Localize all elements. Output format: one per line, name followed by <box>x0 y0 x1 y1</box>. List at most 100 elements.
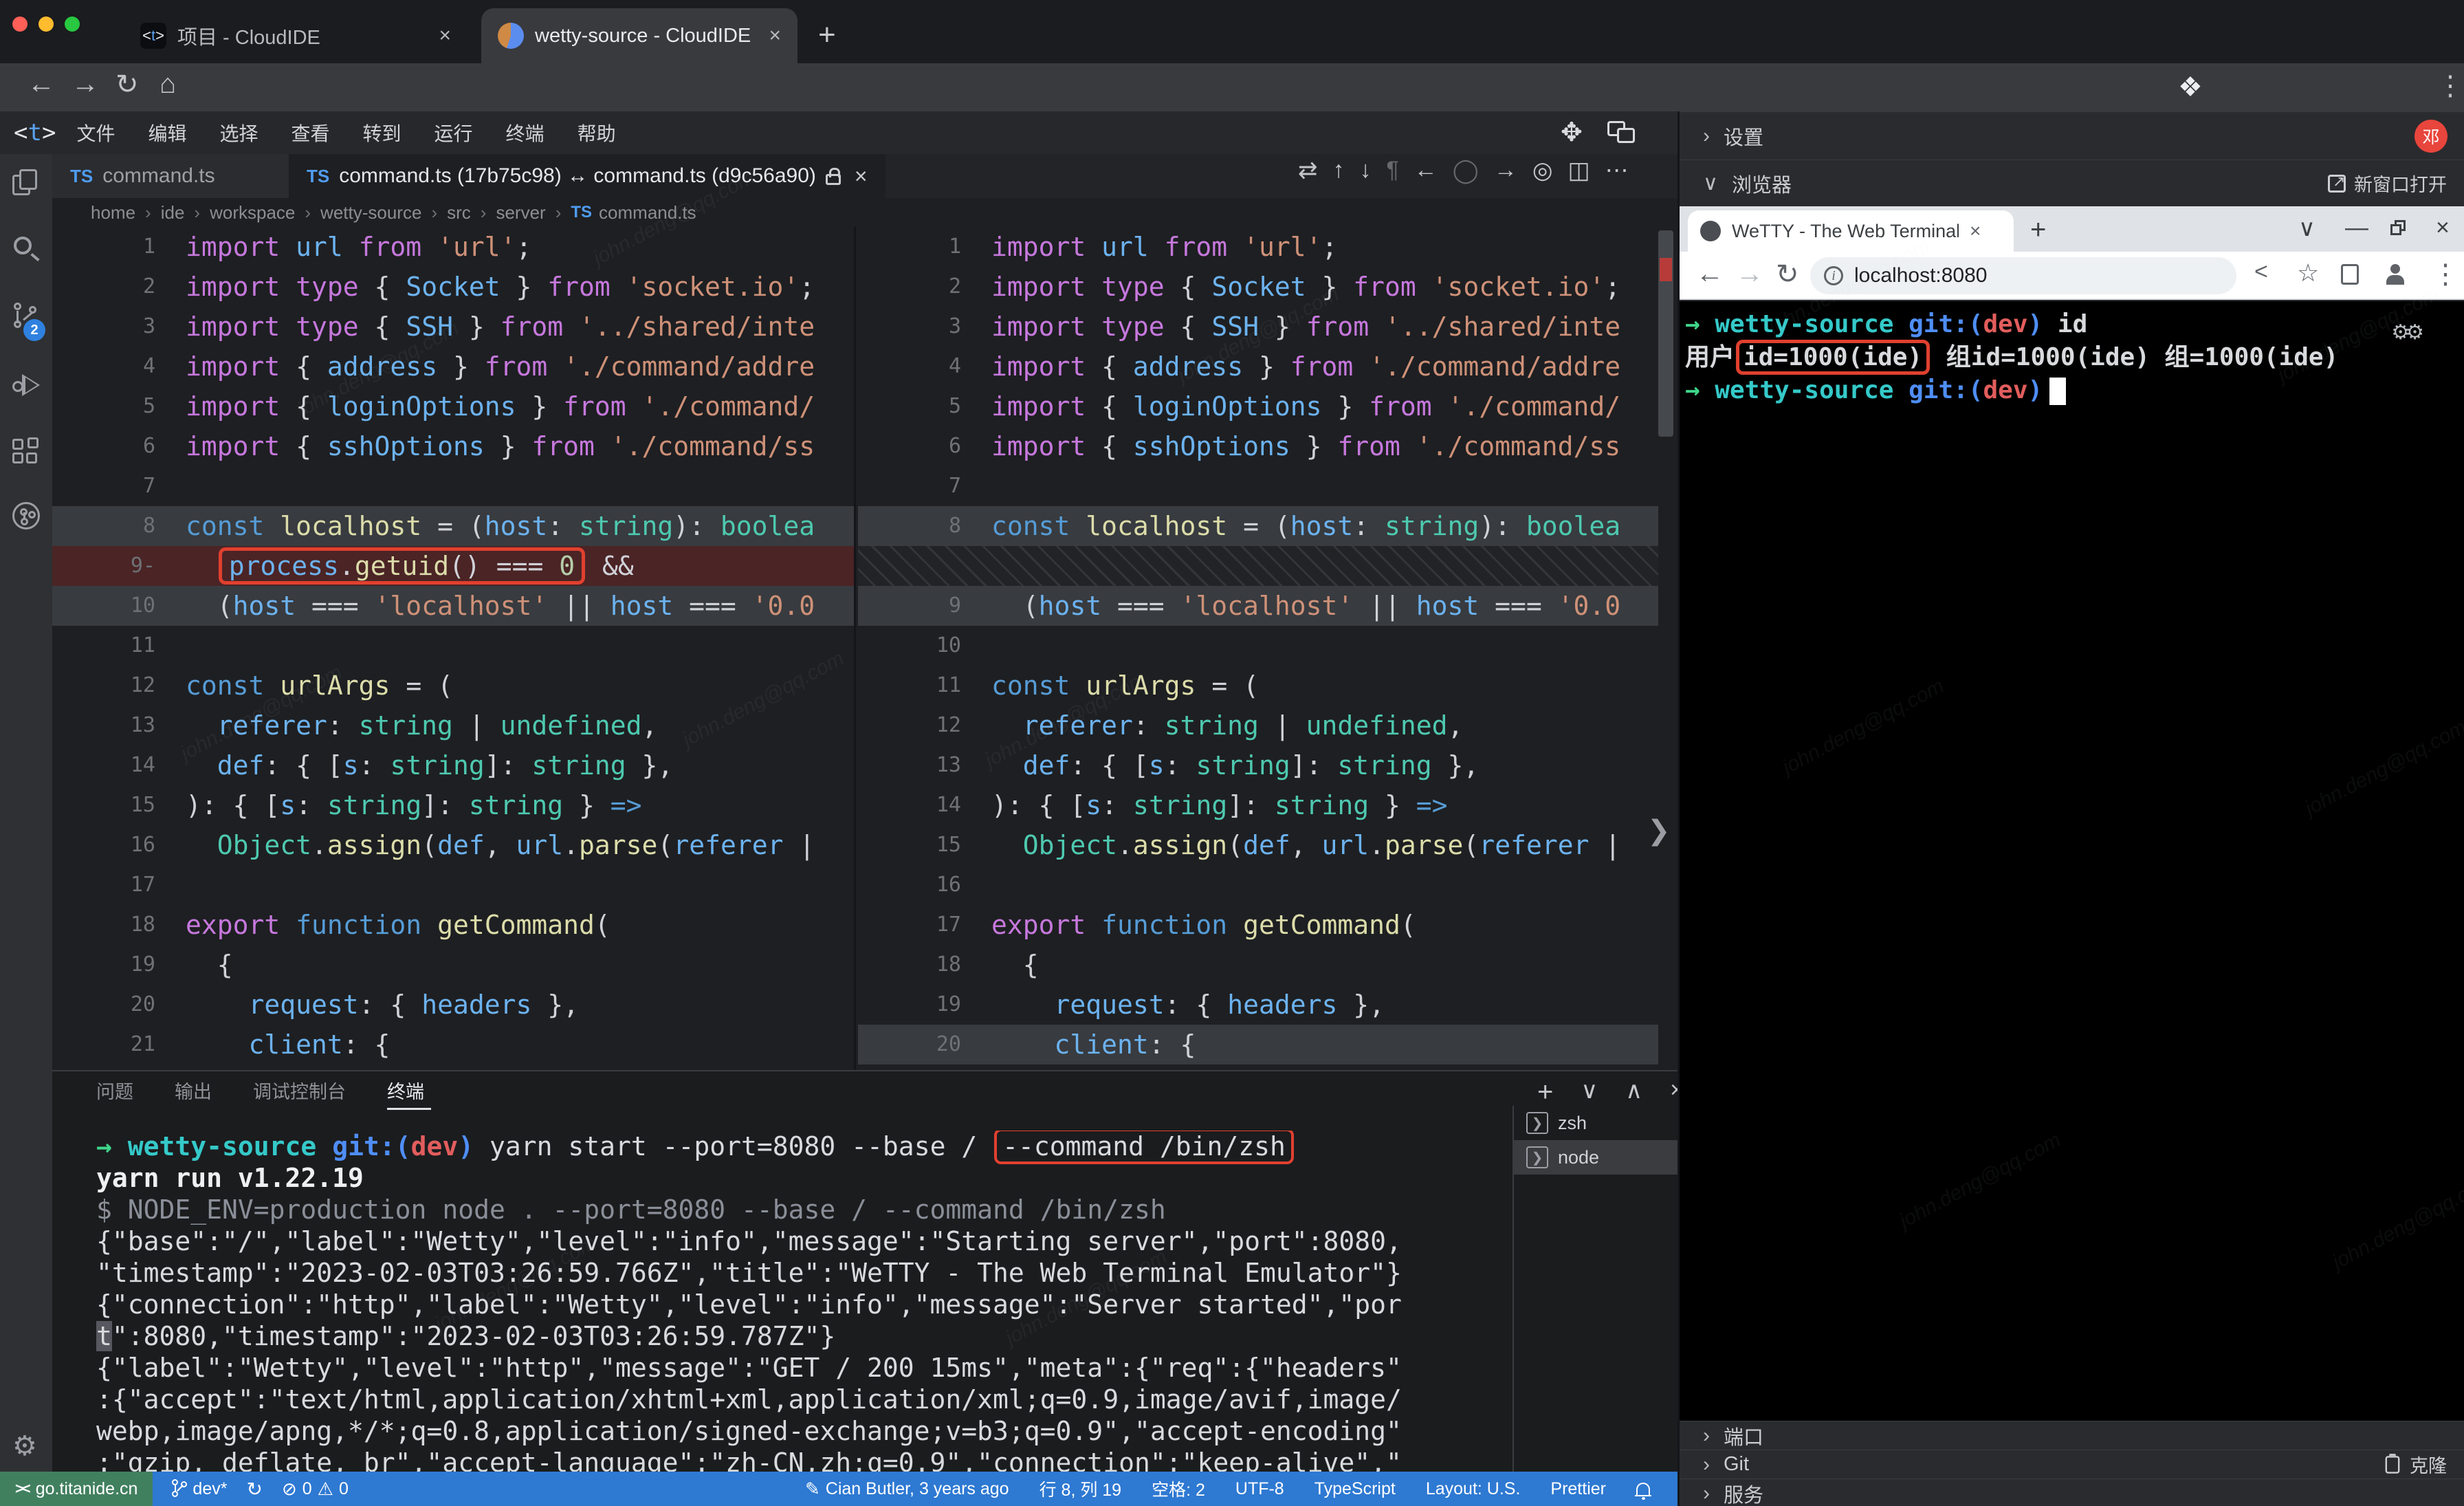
previous-change-icon[interactable]: ↑ <box>1333 157 1345 184</box>
menu-item-编辑[interactable]: 编辑 <box>148 119 186 146</box>
panel-expand-chevron-icon[interactable]: ❯ <box>1647 815 1671 847</box>
menu-item-帮助[interactable]: 帮助 <box>578 119 616 146</box>
menu-item-运行[interactable]: 运行 <box>434 119 473 146</box>
embedded-close-icon[interactable]: × <box>2436 215 2450 241</box>
panel-tab-问题[interactable]: 问题 <box>96 1077 133 1110</box>
window-close-button[interactable] <box>12 17 28 32</box>
menu-item-查看[interactable]: 查看 <box>292 119 330 146</box>
wetty-terminal[interactable]: → wetty-source git:(dev) id用户id=1000(ide… <box>1680 301 2464 1421</box>
embedded-star-icon[interactable]: ☆ <box>2297 259 2319 287</box>
cursor-position[interactable]: 行 8, 列 19 <box>1040 1476 1122 1501</box>
wetty-settings-gears-icon[interactable]: ⚙⚙ <box>2391 320 2420 345</box>
section-services[interactable]: › 服务 <box>1680 1478 2464 1506</box>
breadcrumb-item[interactable]: server <box>496 202 571 223</box>
indentation[interactable]: 空格: 2 <box>1152 1476 1205 1501</box>
terminal-output[interactable]: → wetty-source git:(dev) yarn start --po… <box>96 1131 1506 1473</box>
section-git[interactable]: › Git 克隆 <box>1680 1450 2464 1478</box>
revert-left-icon[interactable]: ← <box>1414 157 1438 184</box>
branch-indicator[interactable]: dev* <box>172 1479 227 1499</box>
section-browser[interactable]: ∨ 浏览器 新窗口打开 <box>1680 160 2464 206</box>
new-tab-button[interactable]: + <box>818 18 836 52</box>
new-terminal-icon[interactable]: + <box>1537 1077 1553 1108</box>
embedded-tab-dropdown-icon[interactable]: ∨ <box>2298 215 2316 242</box>
terminal-process-node[interactable]: ❯node <box>1514 1140 1678 1175</box>
language-mode[interactable]: TypeScript <box>1314 1479 1396 1499</box>
forward-icon[interactable]: → <box>72 69 99 100</box>
tab-close-icon[interactable]: × <box>762 24 781 47</box>
embedded-new-tab-icon[interactable]: + <box>2030 215 2046 245</box>
keyboard-layout[interactable]: Layout: U.S. <box>1426 1479 1521 1499</box>
breadcrumb[interactable]: homeideworkspacewetty-sourcesrcserver TS… <box>52 198 1678 227</box>
tab-close-icon[interactable]: × <box>432 24 451 47</box>
browser-tab-project[interactable]: <t> 项目 - CloudIDE × <box>124 8 468 63</box>
menu-item-终端[interactable]: 终端 <box>506 119 544 146</box>
diff-pane-modified[interactable]: 1import url from 'url';2import type { So… <box>858 227 1658 1070</box>
embedded-sidepanel-icon[interactable] <box>2341 264 2359 285</box>
embedded-tab[interactable]: WeTTY - The Web Terminal Emulator × <box>1688 210 2014 252</box>
embedded-back-icon[interactable]: ← <box>1696 259 1724 290</box>
explorer-icon[interactable] <box>12 169 40 197</box>
section-settings[interactable]: › 设置 <box>1680 111 2464 160</box>
back-icon[interactable]: ← <box>28 69 55 100</box>
embedded-share-icon[interactable]: < <box>2254 259 2268 285</box>
panel-tab-终端[interactable]: 终端 <box>387 1077 431 1110</box>
project-graph-icon[interactable] <box>12 502 40 530</box>
open-new-window-button[interactable]: 新窗口打开 <box>2328 170 2447 197</box>
terminal-process-zsh[interactable]: ❯zsh <box>1514 1106 1678 1140</box>
extensions-puzzle-icon[interactable]: ❖ <box>2178 72 2203 103</box>
breadcrumb-item[interactable]: wetty-source <box>320 202 447 223</box>
embedded-reload-icon[interactable]: ↻ <box>1776 259 1799 290</box>
browser-tab-wetty-source[interactable]: wetty-source - CloudIDE × <box>481 8 798 63</box>
window-zoom-button[interactable] <box>65 17 80 32</box>
encoding[interactable]: UTF-8 <box>1235 1479 1284 1499</box>
diff-swap-icon[interactable]: ◯ <box>1453 157 1479 184</box>
maximize-panel-icon[interactable]: ∧ <box>1625 1077 1642 1108</box>
embedded-address-bar[interactable]: i localhost:8080 <box>1810 257 2236 294</box>
menu-item-文件[interactable]: 文件 <box>76 119 115 146</box>
search-icon[interactable] <box>12 235 40 263</box>
remote-indicator[interactable]: >< go.titanide.cn <box>0 1472 153 1506</box>
run-debug-icon[interactable] <box>12 371 40 399</box>
window-minimize-button[interactable] <box>38 17 54 32</box>
layout-icon[interactable] <box>1607 121 1635 143</box>
embedded-forward-icon[interactable]: → <box>1736 259 1763 290</box>
menu-item-选择[interactable]: 选择 <box>219 119 258 146</box>
clone-button[interactable]: 克隆 <box>2384 1451 2447 1478</box>
panel-tab-输出[interactable]: 输出 <box>175 1077 212 1110</box>
problems-indicator[interactable]: ⊘ 0 ⚠ 0 <box>282 1478 349 1500</box>
tab-close-icon[interactable]: × <box>855 164 868 189</box>
embedded-menu-icon[interactable]: ⋮ <box>2432 259 2459 290</box>
whitespace-icon[interactable]: ¶ <box>1387 157 1399 184</box>
section-ports[interactable]: › 端口 <box>1680 1421 2464 1450</box>
more-actions-icon[interactable]: ⋯ <box>1605 157 1629 184</box>
timeline-icon[interactable]: ◎ <box>1532 157 1553 184</box>
diff-pane-original[interactable]: 1import url from 'url';2import type { So… <box>52 227 856 1070</box>
user-avatar[interactable]: 邓 <box>2414 120 2448 153</box>
open-file-icon[interactable]: ⇄ <box>1298 157 1318 184</box>
breadcrumb-file[interactable]: TS command.ts <box>571 202 696 223</box>
panel-tab-调试控制台[interactable]: 调试控制台 <box>253 1077 346 1110</box>
terminal-dropdown-icon[interactable]: ∨ <box>1581 1077 1598 1108</box>
extensions-icon[interactable] <box>12 437 40 465</box>
notifications-bell-icon[interactable] <box>1636 1483 1650 1495</box>
fullscreen-icon[interactable]: ✥ <box>1561 117 1583 148</box>
embedded-tab-close-icon[interactable]: × <box>1970 220 1981 242</box>
formatter[interactable]: Prettier <box>1550 1479 1606 1499</box>
revert-right-icon[interactable]: → <box>1494 157 1517 184</box>
breadcrumb-item[interactable]: src <box>447 202 496 223</box>
split-editor-icon[interactable]: ◫ <box>1568 157 1590 184</box>
settings-gear-icon[interactable]: ⚙ <box>12 1430 40 1458</box>
editor-tab-command-ts[interactable]: TS command.ts <box>52 154 289 198</box>
sync-indicator[interactable]: ↻ <box>246 1478 262 1500</box>
breadcrumb-item[interactable]: workspace <box>210 202 320 223</box>
browser-menu-icon[interactable]: ⋮ <box>2436 70 2464 102</box>
reload-icon[interactable]: ↻ <box>116 69 139 100</box>
next-change-icon[interactable]: ↓ <box>1360 157 1372 184</box>
menu-item-转到[interactable]: 转到 <box>363 119 402 146</box>
editor-tab-diff[interactable]: TS command.ts (17b75c98) ↔ command.ts (d… <box>289 154 886 198</box>
git-blame[interactable]: ✎ Cian Butler, 3 years ago <box>805 1478 1009 1500</box>
breadcrumb-item[interactable]: home <box>91 202 161 223</box>
home-icon[interactable]: ⌂ <box>160 69 176 100</box>
breadcrumb-item[interactable]: ide <box>161 202 210 223</box>
embedded-profile-icon[interactable] <box>2384 263 2407 286</box>
